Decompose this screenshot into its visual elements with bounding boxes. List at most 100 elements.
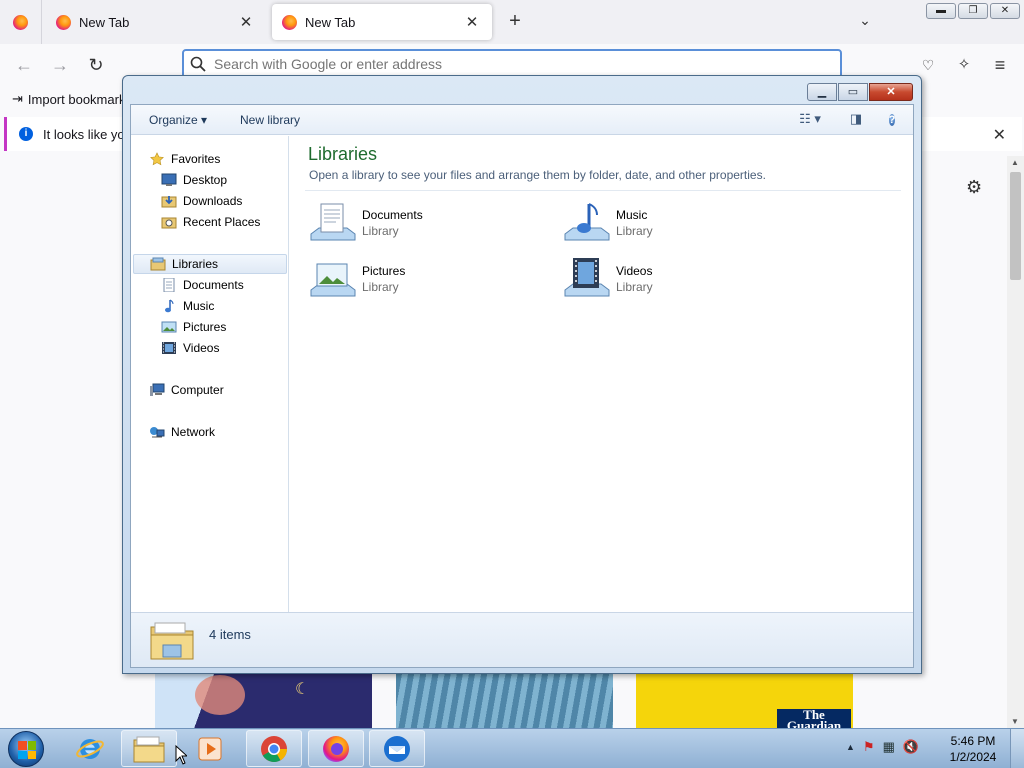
library-videos[interactable]: Videos Library: [563, 256, 803, 306]
page-title: Libraries: [308, 144, 378, 164]
content-pane: Libraries Open a library to see your fil…: [291, 136, 913, 612]
network-tray-icon[interactable]: ▦: [883, 739, 895, 755]
page-scrollbar[interactable]: ▲ ▼: [1007, 156, 1024, 728]
help-icon[interactable]: ?: [888, 114, 896, 126]
nav-computer[interactable]: Computer: [149, 380, 224, 400]
music-library-icon: [564, 203, 610, 241]
help-icon-wrapper[interactable]: ?: [883, 111, 901, 129]
taskbar-thunderbird[interactable]: [369, 730, 425, 767]
show-hidden-icons-icon[interactable]: ▲: [846, 742, 855, 752]
taskbar-media-player[interactable]: [182, 730, 238, 767]
reload-icon[interactable]: ↻: [84, 54, 108, 78]
firefox-icon: [13, 14, 28, 30]
minimize-button[interactable]: ▬: [926, 3, 956, 19]
back-arrow-icon[interactable]: ←: [12, 54, 36, 78]
pocket-icon[interactable]: ♡: [916, 54, 940, 78]
tab-new-tab-1[interactable]: New Tab ✕: [46, 4, 266, 40]
taskbar-windows-explorer[interactable]: [121, 730, 177, 767]
info-icon: i: [19, 127, 33, 141]
library-documents[interactable]: Documents Library: [309, 200, 549, 250]
nav-label: Videos: [183, 341, 220, 355]
nav-pictures[interactable]: Pictures: [161, 317, 226, 337]
nav-label: Recent Places: [183, 215, 261, 229]
volume-muted-icon[interactable]: 🔇: [903, 739, 919, 755]
restore-button[interactable]: ❐: [958, 3, 988, 19]
maximize-button[interactable]: ▭: [838, 83, 868, 101]
tab-new-tab-2[interactable]: New Tab ✕: [272, 4, 492, 40]
start-button[interactable]: [8, 731, 44, 767]
library-name: Documents: [362, 208, 423, 222]
close-icon[interactable]: ✕: [993, 125, 1006, 145]
library-type: Library: [362, 224, 399, 238]
nav-label: Downloads: [183, 194, 243, 208]
action-center-flag-icon[interactable]: ⚑: [863, 739, 875, 755]
menu-icon[interactable]: ≡: [988, 54, 1012, 78]
nav-music[interactable]: Music: [161, 296, 214, 316]
library-pictures[interactable]: Pictures Library: [309, 256, 549, 306]
item-count: 4 items: [209, 627, 251, 642]
library-music[interactable]: Music Library: [563, 200, 803, 250]
taskbar-internet-explorer[interactable]: [62, 730, 118, 767]
nav-libraries[interactable]: Libraries: [133, 254, 287, 274]
library-type: Library: [616, 280, 653, 294]
minimize-button[interactable]: ▁: [807, 83, 837, 101]
forward-arrow-icon[interactable]: →: [48, 54, 72, 78]
preview-pane-icon[interactable]: ◨: [847, 111, 865, 129]
show-desktop-button[interactable]: [1010, 729, 1024, 768]
taskbar-chrome[interactable]: [246, 730, 302, 767]
scrollbar-thumb[interactable]: [1010, 172, 1021, 280]
explorer-window-controls: ▁ ▭ ✕: [807, 83, 913, 101]
recent-places-icon: [161, 217, 177, 229]
explorer-client-area: Organize ▾ New library ☷ ▾ ◨ ? Favorites…: [130, 104, 914, 668]
scroll-up-icon[interactable]: ▲: [1011, 158, 1019, 167]
organize-button[interactable]: Organize ▾: [149, 113, 207, 127]
internet-explorer-icon: [76, 738, 104, 759]
gear-icon[interactable]: ⚙: [966, 177, 982, 198]
nav-favorites[interactable]: Favorites: [149, 149, 220, 169]
close-button[interactable]: ✕: [990, 3, 1020, 19]
close-button[interactable]: ✕: [869, 83, 913, 101]
taskbar-clock[interactable]: 5:46 PM 1/2/2024: [944, 733, 1002, 765]
url-input[interactable]: [214, 56, 814, 72]
nav-desktop[interactable]: Desktop: [161, 170, 227, 190]
computer-icon: [150, 383, 165, 396]
tab-label: New Tab: [79, 14, 130, 30]
firefox-view-button[interactable]: [0, 0, 42, 44]
extensions-icon[interactable]: ✧: [952, 54, 976, 78]
story-tile[interactable]: [396, 673, 613, 728]
thunderbird-icon: [384, 735, 410, 762]
taskbar-firefox[interactable]: [308, 730, 364, 767]
nav-network[interactable]: Network: [149, 422, 215, 442]
nav-documents[interactable]: Documents: [161, 275, 244, 295]
firefox-icon: [323, 735, 349, 762]
nav-recent-places[interactable]: Recent Places: [161, 212, 260, 232]
nav-downloads[interactable]: Downloads: [161, 191, 242, 211]
nav-videos[interactable]: Videos: [161, 338, 219, 358]
explorer-command-bar: Organize ▾ New library ☷ ▾ ◨ ?: [131, 105, 913, 135]
nav-label: Documents: [183, 278, 244, 292]
videos-library-icon: [564, 258, 610, 297]
nav-label: Computer: [171, 383, 224, 397]
close-icon[interactable]: ✕: [236, 12, 256, 32]
library-name: Pictures: [362, 264, 406, 278]
taskbar: ▲ ⚑ ▦ 🔇 5:46 PM 1/2/2024: [0, 728, 1024, 768]
scroll-down-icon[interactable]: ▼: [1011, 717, 1019, 726]
close-icon[interactable]: ✕: [462, 12, 482, 32]
story-tile[interactable]: ☾: [155, 673, 372, 728]
navigation-pane: Favorites Desktop Downloads Recent Place…: [131, 136, 289, 612]
windows-logo-icon: [18, 741, 36, 759]
change-view-icon[interactable]: ☷ ▾: [793, 111, 827, 129]
downloads-folder-icon: [161, 196, 177, 208]
mouse-cursor-icon: [175, 745, 187, 765]
chevron-down-icon[interactable]: ⌄: [856, 12, 874, 30]
new-library-button[interactable]: New library: [240, 113, 300, 127]
import-bookmarks-link[interactable]: Import bookmark: [28, 92, 126, 107]
story-tile[interactable]: The Guardian: [636, 673, 853, 728]
libraries-folder-icon: [150, 622, 194, 660]
firefox-icon: [282, 14, 297, 30]
nav-label: Network: [171, 425, 216, 439]
nav-label: Libraries: [172, 257, 219, 271]
pictures-library-icon: [310, 263, 356, 297]
new-tab-plus-icon[interactable]: +: [504, 11, 526, 33]
videos-icon: [162, 342, 176, 354]
